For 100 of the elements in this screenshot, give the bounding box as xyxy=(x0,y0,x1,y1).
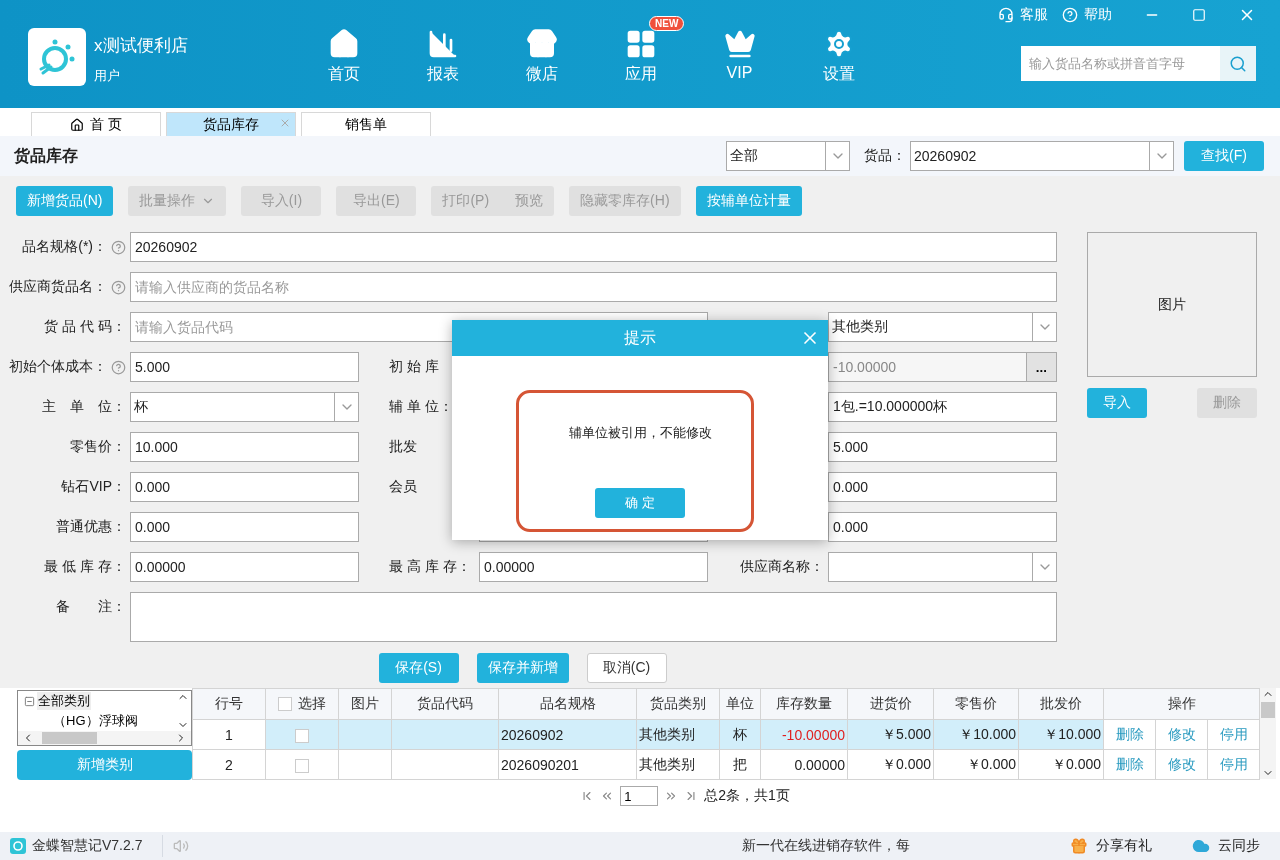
text-field[interactable]: 0.00000 xyxy=(130,552,359,582)
vertical-scrollbar[interactable] xyxy=(1260,688,1276,779)
text-field[interactable]: 5.000 xyxy=(828,432,1057,462)
maximize-icon[interactable] xyxy=(1192,8,1206,22)
app-logo-icon xyxy=(10,838,26,854)
column-header: 行号 xyxy=(192,688,266,720)
table-cell: ￥0.000 xyxy=(1018,749,1104,780)
field-label: 最 低 库 存： xyxy=(44,558,126,576)
nav-item[interactable]: 首页 xyxy=(294,16,393,85)
scroll-thumb[interactable] xyxy=(1261,702,1275,718)
field-label: 货 品 代 码： xyxy=(44,318,126,336)
nav-item[interactable]: 微店 xyxy=(492,16,591,85)
field-label: 钻石VIP： xyxy=(61,478,126,496)
page-title: 货品库存 xyxy=(14,145,78,167)
help-icon[interactable] xyxy=(111,279,126,295)
table-cell: 其他类别 xyxy=(636,749,720,780)
nav-item[interactable]: 报表 xyxy=(393,16,492,85)
toolbar-button[interactable]: 新增货品(N) xyxy=(16,186,114,216)
notes-field[interactable] xyxy=(130,592,1057,642)
select-field[interactable] xyxy=(828,552,1057,582)
gift-icon xyxy=(1070,837,1088,855)
text-field[interactable]: 5.000 xyxy=(130,352,359,382)
select-field[interactable]: 杯 xyxy=(130,392,359,422)
text-field[interactable]: 10.000 xyxy=(130,432,359,462)
nav-item[interactable]: 设置 xyxy=(789,16,888,85)
nav-icon xyxy=(723,28,756,60)
table-cell: 0.00000 xyxy=(760,749,848,780)
user-name: 用户 xyxy=(94,67,121,85)
tab[interactable]: 销售单 xyxy=(301,112,431,136)
search-button[interactable] xyxy=(1220,46,1256,81)
field-label: 主 单 位： xyxy=(42,398,126,416)
status-link[interactable]: 分享有礼 xyxy=(1050,837,1172,855)
text-field[interactable]: 0.000 xyxy=(828,472,1057,502)
text-field[interactable]: 0.00000 xyxy=(479,552,708,582)
column-header: 库存数量 xyxy=(760,688,848,720)
confirm-button[interactable]: 确 定 xyxy=(595,488,685,518)
form-action-button[interactable]: 取消(C) xyxy=(586,653,667,683)
table-cell: 1 xyxy=(192,719,266,750)
checkbox[interactable] xyxy=(278,696,292,711)
tab[interactable]: 首 页 xyxy=(31,112,161,136)
field-label: 品名规格(*)： xyxy=(22,238,107,256)
column-header: 批发价 xyxy=(1018,688,1104,720)
search-icon xyxy=(1229,54,1247,73)
field-label: 初始个体成本： xyxy=(9,358,107,376)
text-field[interactable]: 0.000 xyxy=(130,512,359,542)
field-label: 供应商货品名： xyxy=(9,278,107,296)
nav-item[interactable]: NEW 应用 xyxy=(591,16,690,85)
checkbox[interactable] xyxy=(295,728,309,743)
app-version: 金蝶智慧记V7.2.7 xyxy=(32,837,143,855)
news-ticker: 新一代在线进销存软件，每 xyxy=(742,837,910,855)
field-label: 备 注： xyxy=(56,598,126,616)
table-cell: ￥10.000 xyxy=(1018,719,1104,750)
speaker-icon[interactable] xyxy=(173,838,190,854)
goods-select[interactable]: 20260902 xyxy=(910,141,1174,171)
table-cell: ￥0.000 xyxy=(933,749,1019,780)
scroll-thumb[interactable] xyxy=(42,732,97,744)
add-category-button[interactable]: 新增类别 xyxy=(17,750,192,780)
find-button[interactable]: 查找(F) xyxy=(1184,141,1264,171)
header-link[interactable]: 客服 xyxy=(998,6,1048,24)
column-header: 进货价 xyxy=(847,688,934,720)
close-icon[interactable] xyxy=(279,117,291,129)
picture-field[interactable]: 图片 xyxy=(1087,232,1257,377)
tree-item[interactable]: 全部类别 xyxy=(37,692,91,710)
field-label: 供应商名称： xyxy=(740,558,824,576)
table-cell: 20260902 xyxy=(498,719,637,750)
text-field[interactable]: 1包.=10.000000杯 xyxy=(828,392,1057,422)
text-field[interactable]: 请输入供应商的货品名称 xyxy=(130,272,1057,302)
form-action-button[interactable]: 保存(S) xyxy=(378,653,459,683)
text-field[interactable]: 0.000 xyxy=(130,472,359,502)
table-cell: ￥0.000 xyxy=(847,749,934,780)
nav-item[interactable]: VIP xyxy=(690,16,789,85)
horizontal-scrollbar[interactable] xyxy=(18,731,191,745)
checkbox[interactable] xyxy=(295,758,309,773)
page-field[interactable]: 1 xyxy=(620,786,659,806)
tree-item[interactable]: （HG）浮球阀 xyxy=(52,712,139,730)
header-link[interactable]: 帮助 xyxy=(1062,6,1112,24)
text-field[interactable]: 0.000 xyxy=(828,512,1057,542)
field-label: 普通优惠： xyxy=(56,518,126,536)
help-icon[interactable] xyxy=(111,239,126,255)
text-field[interactable]: 20260902 xyxy=(130,232,1057,262)
page-summary: 总2条，共1页 xyxy=(704,787,790,805)
picture-button[interactable]: 导入 xyxy=(1087,388,1147,418)
form-action-button[interactable]: 保存并新增 xyxy=(476,653,569,683)
column-header: 品名规格 xyxy=(498,688,637,720)
headset-icon xyxy=(998,7,1014,23)
filter-select[interactable]: 全部 xyxy=(726,141,850,171)
table-cell: -10.00000 xyxy=(760,719,848,750)
table-cell: ￥5.000 xyxy=(847,719,934,750)
column-header: 操作 xyxy=(1103,688,1260,720)
column-header: 单位 xyxy=(719,688,761,720)
column-header: 选择 xyxy=(265,688,339,720)
collapse-icon[interactable] xyxy=(24,695,35,707)
toolbar-button[interactable]: 按辅单位计量 xyxy=(695,186,802,216)
field-label: 会员 xyxy=(389,478,417,496)
column-header: 货品代码 xyxy=(391,688,499,720)
status-link[interactable]: 云同步 xyxy=(1172,837,1280,855)
select-field[interactable]: 其他类别 xyxy=(828,312,1057,342)
tab[interactable]: 货品库存 xyxy=(166,112,296,136)
help-icon[interactable] xyxy=(111,359,126,375)
home-icon xyxy=(70,117,85,132)
